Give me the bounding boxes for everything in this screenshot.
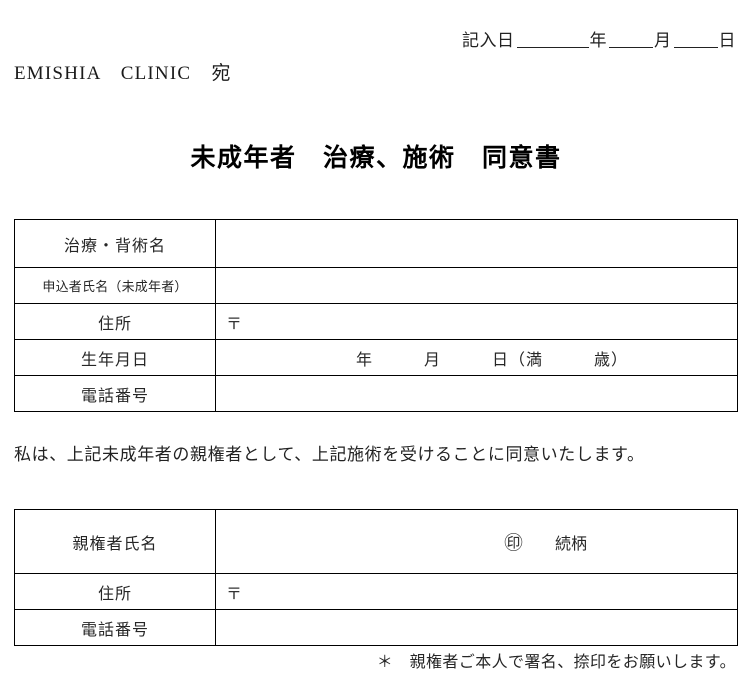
postal-code-icon: 〒 <box>226 315 243 333</box>
row-label-applicant-name: 申込者氏名（未成年者） <box>14 267 216 304</box>
table-row: 申込者氏名（未成年者） <box>14 267 738 304</box>
row-value-guardian-name[interactable]: ㊞ 続柄 <box>215 509 738 574</box>
guardian-signature-area: ㊞ 続柄 <box>226 528 737 555</box>
consent-statement: 私は、上記未成年者の親権者として、上記施術を受けることに同意いたします。 <box>14 445 645 464</box>
birthdate-units: 年 月 日（満 歳） <box>356 351 629 369</box>
table-row: 電話番号 <box>14 375 738 412</box>
row-label-guardian-name: 親権者氏名 <box>14 509 216 574</box>
footer-note: ＊ 親権者ご本人で署名、捺印をお願いします。 <box>376 654 736 671</box>
postal-code-icon: 〒 <box>226 585 243 603</box>
table-row: 電話番号 <box>14 609 738 646</box>
row-value-guardian-address[interactable]: 〒 <box>215 573 738 610</box>
guardian-info-table: 親権者氏名 ㊞ 続柄 住所 〒 電話番号 <box>14 509 738 646</box>
table-row: 住所 〒 <box>14 573 738 610</box>
entry-date-year-unit: 年 <box>589 31 607 50</box>
entry-date-line: 記入日 年 月 日 <box>462 26 736 51</box>
row-value-address[interactable]: 〒 <box>215 303 738 340</box>
table-row: 治療・背術名 <box>14 219 738 268</box>
table-row: 生年月日 年 月 日（満 歳） <box>14 339 738 376</box>
seal-stamp-icon: ㊞ <box>503 533 523 554</box>
row-value-guardian-phone[interactable] <box>215 609 738 646</box>
entry-date-month-blank[interactable] <box>609 47 653 48</box>
entry-date-year-blank[interactable] <box>516 47 589 48</box>
row-label-treatment-name: 治療・背術名 <box>14 219 216 268</box>
row-value-applicant-name[interactable] <box>215 267 738 304</box>
row-label-birthdate: 生年月日 <box>14 339 216 376</box>
entry-date-month-unit: 月 <box>654 31 672 50</box>
row-value-birthdate[interactable]: 年 月 日（満 歳） <box>215 339 738 376</box>
entry-date-day-unit: 日 <box>718 31 736 50</box>
page-title: 未成年者 治療、施術 同意書 <box>190 145 562 172</box>
row-label-guardian-address: 住所 <box>14 573 216 610</box>
entry-date-day-blank[interactable] <box>673 47 718 48</box>
relation-label: 続柄 <box>554 536 587 553</box>
row-label-address: 住所 <box>14 303 216 340</box>
row-label-guardian-phone: 電話番号 <box>14 609 216 646</box>
table-row: 住所 〒 <box>14 303 738 340</box>
row-label-phone: 電話番号 <box>14 375 216 412</box>
clinic-addressee: EMISHIA CLINIC 宛 <box>14 63 232 84</box>
entry-date-label: 記入日 <box>462 31 515 50</box>
minor-info-table: 治療・背術名 申込者氏名（未成年者） 住所 〒 生年月日 年 月 日（満 歳） … <box>14 219 738 412</box>
table-row: 親権者氏名 ㊞ 続柄 <box>14 509 738 574</box>
row-value-phone[interactable] <box>215 375 738 412</box>
row-value-treatment-name[interactable] <box>215 219 738 268</box>
